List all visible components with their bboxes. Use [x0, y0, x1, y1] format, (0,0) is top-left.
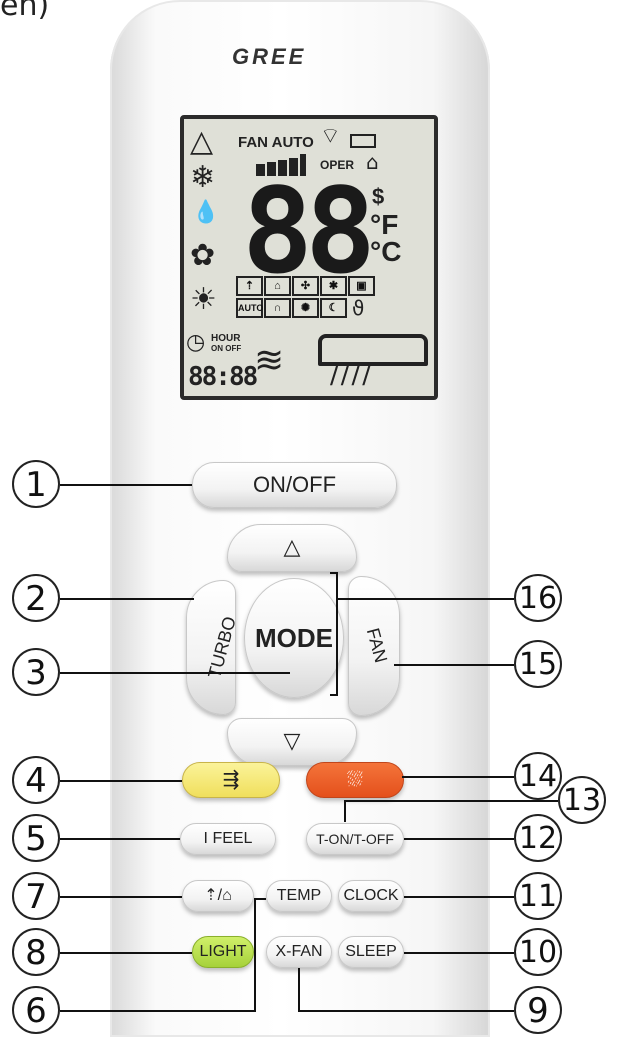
callout-5: 5: [12, 814, 60, 862]
callout-13: 13: [558, 776, 606, 824]
callout-5-line: [60, 838, 180, 840]
lcd-hour-label: HOUR ON OFF: [211, 333, 242, 354]
sleep-button[interactable]: SLEEP: [338, 936, 404, 968]
callout-1: 1: [12, 460, 60, 508]
mode-button[interactable]: MODE: [244, 578, 344, 698]
callout-11: 11: [514, 872, 562, 920]
health-air-button[interactable]: ⇡/⌂: [182, 880, 254, 912]
brand-logo: GREE: [232, 44, 307, 69]
swing-leftright-button[interactable]: ⛆: [306, 762, 404, 798]
health-icon: ⇡: [236, 276, 263, 296]
mode-heat-icon: ☀: [190, 282, 217, 317]
xfan-icon: ✣: [292, 276, 319, 296]
turbo-button[interactable]: TURBO: [186, 580, 240, 715]
callout-3: 3: [12, 648, 60, 696]
i-feel-button[interactable]: I FEEL: [180, 823, 276, 855]
callout-16: 16: [514, 574, 562, 622]
battery-icon: [350, 134, 376, 148]
callout-13-vline: [344, 800, 346, 822]
callout-12-line: [404, 838, 514, 840]
callout-14-line: [402, 776, 514, 778]
light-button[interactable]: LIGHT: [192, 936, 254, 968]
swirl-icon: ✺: [292, 298, 319, 318]
callout-16-line: [336, 598, 514, 600]
thermo-icon: ϑ: [352, 296, 365, 320]
callout-16-bracket-bottom: [330, 694, 338, 696]
callout-11-line: [404, 896, 514, 898]
mode-auto-icon: △: [190, 124, 214, 159]
callout-15-line: [394, 664, 514, 666]
callout-6: 6: [12, 986, 60, 1034]
temp-up-button[interactable]: △: [227, 524, 357, 572]
lcd-auto-box: AUTO: [236, 298, 263, 318]
on-off-button[interactable]: ON/OFF: [192, 462, 397, 508]
mode-fan-icon: ✿: [190, 238, 216, 273]
callout-9: 9: [514, 986, 562, 1034]
callout-1-line: [60, 484, 192, 486]
callout-4: 4: [12, 756, 60, 804]
mode-cool-icon: ❄: [190, 160, 216, 195]
mode-dry-icon: 💧: [192, 200, 220, 225]
callout-6-line: [60, 1010, 256, 1012]
callout-14: 14: [514, 752, 562, 800]
lock-icon: ▣: [348, 276, 375, 296]
lcd-dollar: $: [372, 184, 385, 209]
sleep-moon-icon: ☾: [320, 298, 347, 318]
turbo-label: TURBO: [204, 614, 240, 681]
clock-button[interactable]: CLOCK: [338, 880, 404, 912]
callout-7-line: [60, 896, 182, 898]
lcd-temp-digits: 88: [242, 162, 376, 300]
callout-9-vline: [298, 968, 300, 1012]
swing-louver-icon: ≋: [254, 340, 285, 381]
wifi-icon: ⌔: [320, 124, 341, 149]
temp-down-button[interactable]: ▽: [227, 718, 357, 766]
lcd-fan-auto: FAN AUTO: [238, 134, 314, 151]
callout-2: 2: [12, 574, 60, 622]
callout-15: 15: [514, 640, 562, 688]
fan-button[interactable]: FAN: [348, 576, 400, 716]
air-icon: ⌂: [264, 276, 291, 296]
clock-icon: ◷: [186, 330, 206, 355]
callout-10: 10: [514, 928, 562, 976]
callout-4-line: [60, 780, 182, 782]
timer-button[interactable]: T-ON/T-OFF: [306, 823, 404, 855]
callout-3-line: [60, 672, 290, 674]
callout-16-bracket-top: [330, 572, 338, 574]
bug-icon: ✱: [320, 276, 347, 296]
callout-13-line: [344, 800, 558, 802]
callout-10-line: [404, 952, 514, 954]
lcd-timer-digits: 88:88: [188, 362, 258, 392]
callout-8: 8: [12, 928, 60, 976]
callout-9-line: [298, 1010, 514, 1012]
swing-updown-button[interactable]: ⇶: [182, 762, 280, 798]
callout-8-line: [60, 952, 192, 954]
callout-6-stub: [254, 898, 266, 900]
temp-display-button[interactable]: TEMP: [266, 880, 332, 912]
lcd-celsius: °C: [370, 236, 402, 267]
callout-12: 12: [514, 814, 562, 862]
callout-2-line: [60, 598, 194, 600]
x-fan-button[interactable]: X-FAN: [266, 936, 332, 968]
callout-7: 7: [12, 872, 60, 920]
headphones-icon: ∩: [264, 298, 291, 318]
airflow-lines-icon: ////: [330, 360, 374, 390]
callout-6-vline: [254, 898, 256, 1012]
top-label: en): [0, 0, 50, 23]
callout-16-bracket: [336, 572, 338, 696]
fan-label: FAN: [362, 625, 392, 665]
